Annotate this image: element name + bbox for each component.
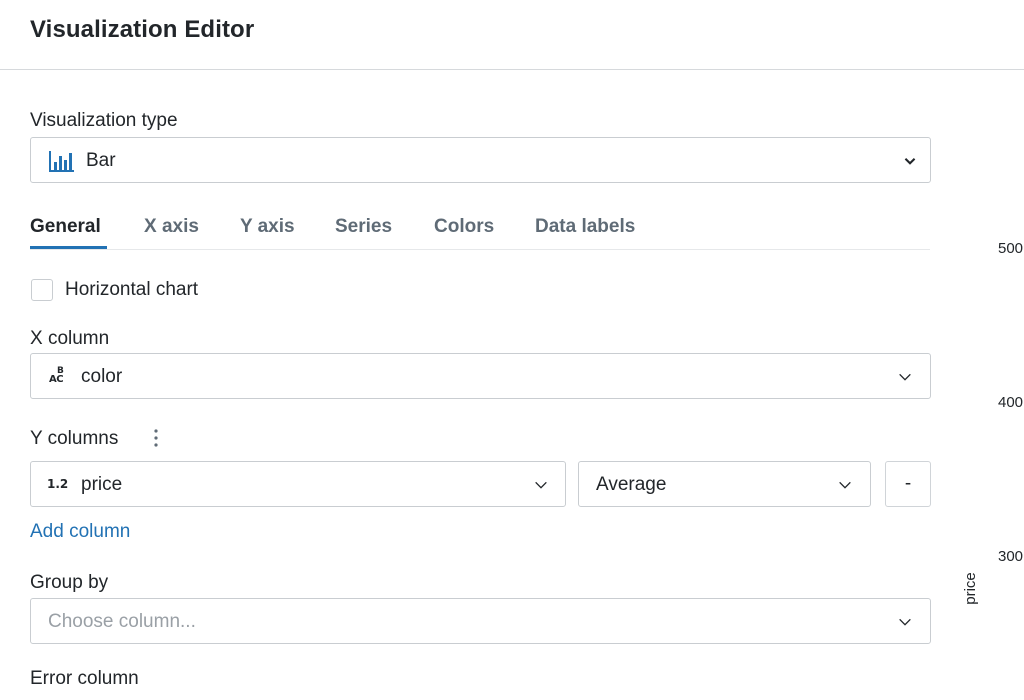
tab-data-labels[interactable]: Data labels [535, 216, 635, 238]
chevron-down-icon [535, 481, 547, 489]
horizontal-chart-label: Horizontal chart [65, 279, 199, 300]
y-columns-label: Y columns [30, 428, 119, 449]
group-by-select[interactable]: Choose column... [30, 598, 931, 644]
bar-chart-icon [49, 151, 74, 172]
group-by-placeholder: Choose column... [48, 611, 196, 632]
editor-tabs: General X axis Y axis Series Colors Data… [30, 212, 930, 250]
x-column-select[interactable]: B AC color [30, 353, 931, 399]
chevron-down-icon [904, 157, 916, 165]
y-column-value: price [81, 474, 123, 495]
tab-general[interactable]: General [30, 216, 101, 238]
tab-y-axis[interactable]: Y axis [240, 216, 295, 238]
more-options-icon[interactable] [146, 427, 166, 449]
y-axis-title: price [961, 572, 979, 605]
y-axis-tick: 400 [998, 394, 1024, 411]
aggregation-value: Average [596, 474, 667, 495]
y-column-select[interactable]: 1.2 price [30, 461, 566, 507]
active-tab-indicator [30, 246, 107, 249]
viz-type-select[interactable]: Bar [30, 137, 931, 183]
numeric-type-icon: 1.2 [47, 477, 69, 491]
chevron-down-icon [899, 618, 911, 626]
tab-series[interactable]: Series [335, 216, 392, 238]
horizontal-chart-checkbox[interactable] [31, 279, 53, 301]
viz-type-label: Visualization type [30, 110, 178, 131]
x-column-value: color [81, 366, 123, 387]
aggregation-select[interactable]: Average [578, 461, 871, 507]
editor-header: Visualization Editor [0, 0, 1024, 70]
remove-y-column-button[interactable]: - [885, 461, 931, 507]
y-axis-tick: 500 [998, 240, 1024, 257]
x-column-label: X column [30, 328, 110, 349]
add-column-link[interactable]: Add column [30, 521, 130, 543]
error-column-label: Error column [30, 668, 139, 689]
string-type-icon: B AC [49, 366, 64, 385]
tab-colors[interactable]: Colors [434, 216, 494, 238]
chevron-down-icon [839, 481, 851, 489]
y-axis-tick: 300 [998, 548, 1024, 565]
viz-type-value: Bar [86, 150, 116, 171]
page-title: Visualization Editor [30, 16, 255, 43]
chevron-down-icon [899, 373, 911, 381]
tab-x-axis[interactable]: X axis [144, 216, 199, 238]
group-by-label: Group by [30, 572, 109, 593]
